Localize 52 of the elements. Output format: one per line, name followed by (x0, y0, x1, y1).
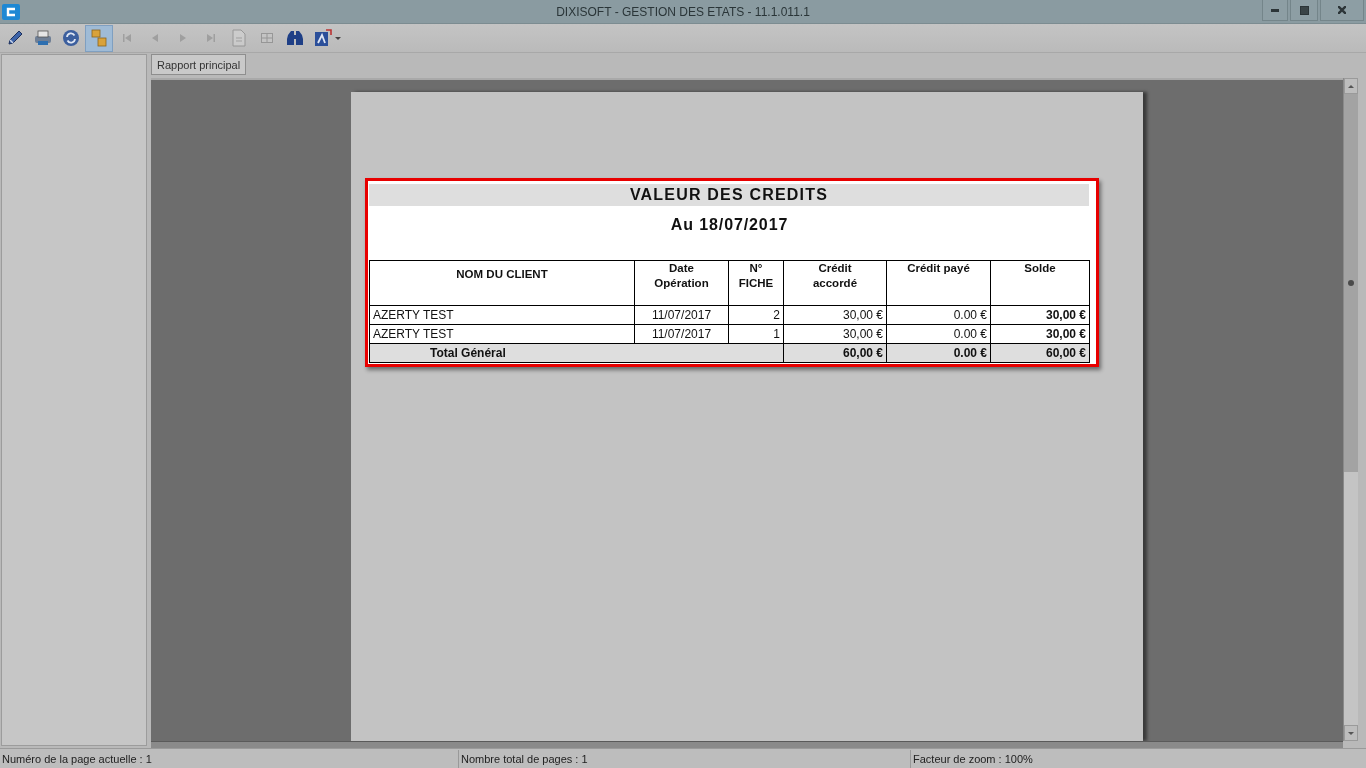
column-header: Solde (990, 260, 1090, 306)
table-cell: 30,00 € (990, 305, 1090, 325)
table-cell: 30,00 € (783, 324, 887, 344)
close-icon (1338, 6, 1346, 14)
status-text: Numéro de la page actuelle : 1 (1, 751, 153, 767)
table-cell: 0.00 € (886, 305, 991, 325)
app-icon (2, 3, 20, 20)
window-title: DIXISOFT - GESTION DES ETATS - 11.1.011.1 (556, 4, 810, 19)
up-arrow-icon (1348, 84, 1354, 88)
table-cell: 2 (728, 305, 784, 325)
close-button[interactable] (1320, 0, 1364, 21)
column-header: Crédit accordé (783, 260, 887, 306)
table-cell: 11/07/2017 (634, 324, 729, 344)
scrollbar-thumb[interactable] (1344, 94, 1358, 472)
export-icon (313, 29, 332, 47)
column-header: NOM DU CLIENT (369, 260, 635, 306)
restore-icon (1299, 5, 1309, 15)
table-cell: 30,00 € (783, 305, 887, 325)
report-tab[interactable]: Rapport principal (151, 54, 247, 75)
pencil-icon (6, 29, 24, 47)
refresh-icon (62, 29, 80, 47)
binoculars-icon (286, 30, 304, 46)
column-header: N° FICHE (728, 260, 784, 306)
grip-icon (1348, 280, 1354, 286)
previous-icon (152, 34, 158, 42)
first-page-icon (123, 34, 131, 42)
table-cell: AZERTY TEST (369, 324, 635, 344)
table-cell: 0.00 € (886, 324, 991, 344)
documents-icon (91, 29, 107, 47)
status-text: Nombre total de pages : 1 (458, 749, 910, 768)
restore-button[interactable] (1290, 0, 1318, 21)
scroll-up-button[interactable] (1344, 78, 1358, 94)
scroll-down-button[interactable] (1344, 725, 1358, 741)
vertical-scrollbar[interactable] (1343, 78, 1358, 741)
table-cell: AZERTY TEST (369, 305, 635, 325)
column-header: Crédit payé (886, 260, 991, 306)
status-text: Facteur de zoom : 100% (910, 749, 1366, 768)
next-icon (180, 34, 186, 42)
grid-icon (261, 33, 273, 43)
horizontal-scrollbar[interactable] (151, 741, 1343, 748)
table-cell: 30,00 € (990, 324, 1090, 344)
printer-icon (34, 30, 52, 46)
last-page-icon (207, 34, 215, 42)
table-cell: 11/07/2017 (634, 305, 729, 325)
page-icon (232, 29, 246, 47)
table-cell: 1 (728, 324, 784, 344)
minimize-icon (1271, 8, 1279, 12)
report-title: VALEUR DES CREDITS (369, 184, 1089, 206)
report-date: Au 18/07/2017 (670, 215, 789, 235)
down-arrow-icon (1348, 731, 1354, 735)
column-header: Date Opération (634, 260, 729, 306)
minimize-button[interactable] (1262, 0, 1288, 21)
